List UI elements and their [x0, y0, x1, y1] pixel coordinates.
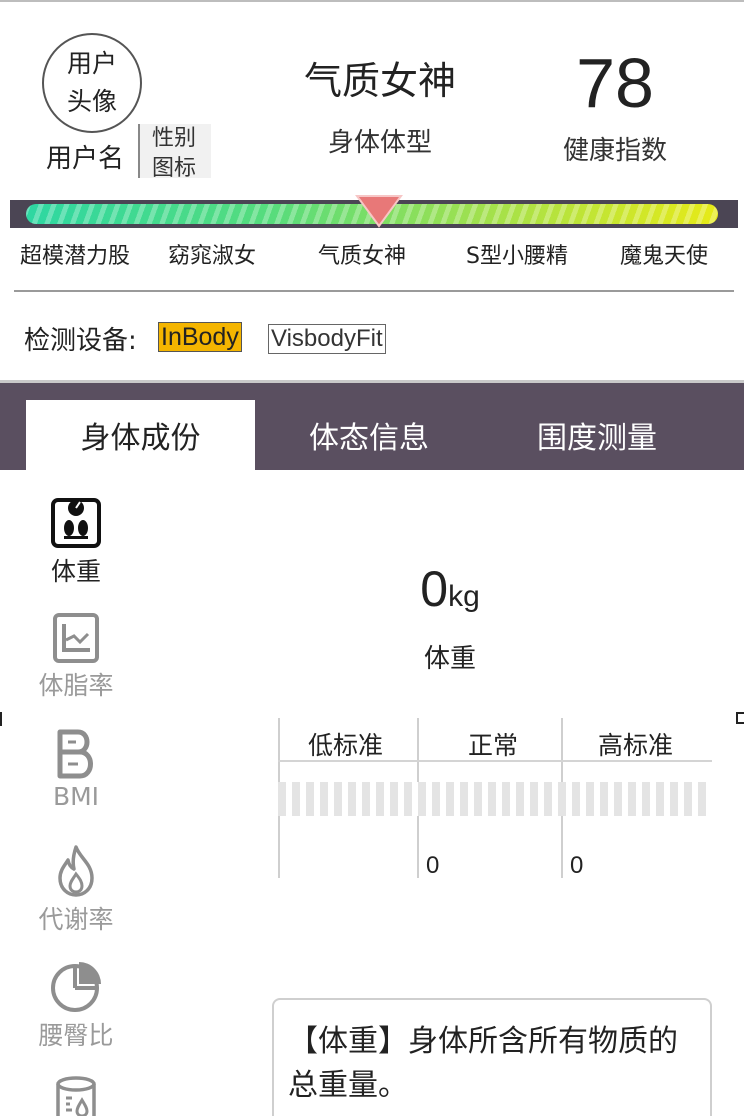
range-header-line [278, 760, 712, 762]
range-header-low: 低标准 [308, 731, 384, 760]
line-chart-icon [53, 613, 99, 663]
sidebar-item-label: 体重 [50, 557, 101, 586]
sidebar-item-label: BMI [52, 782, 100, 811]
flame-icon [58, 845, 94, 897]
username: 用户名 [46, 144, 125, 174]
range-bound-low: 0 [426, 852, 440, 879]
range-bound-high: 0 [570, 852, 584, 879]
body-type-name: 气质女神 [303, 59, 456, 103]
avatar[interactable]: 用户 头像 [42, 33, 142, 133]
gauge-label: 窈窕淑女 [168, 244, 257, 269]
sidebar-item-body-fat[interactable]: 体脂率 [20, 612, 132, 702]
sidebar-item-weight[interactable]: 体重 [20, 496, 132, 588]
sidebar-item-label: 腰臀比 [38, 1021, 114, 1050]
gauge-label: S型小腰精 [466, 244, 568, 269]
gender-icon-line1: 性别 [152, 126, 197, 151]
edge-marker [0, 712, 2, 726]
water-cylinder-icon [56, 1076, 96, 1116]
body-type-summary: 气质女神 身体体型 [280, 50, 480, 159]
gauge-label: 超模潜力股 [20, 244, 131, 269]
top-border [0, 0, 744, 2]
pie-chart-icon [51, 962, 101, 1012]
tab-girth-measurement[interactable]: 围度测量 [483, 400, 711, 470]
health-score-summary: 78 健康指数 [540, 40, 690, 167]
sidebar-item-waist-hip-ratio[interactable]: 腰臀比 [20, 960, 132, 1052]
device-option-inbody[interactable]: InBody [158, 322, 242, 352]
metric-label: 体重 [423, 644, 476, 674]
tab-body-composition[interactable]: 身体成份 [26, 400, 255, 470]
scale-icon [51, 498, 101, 548]
gender-icon-line2: 图标 [152, 156, 197, 181]
metric-value: 0kg [380, 560, 520, 618]
sidebar-item-label: 代谢率 [38, 905, 114, 934]
metric-number: 0 [420, 561, 449, 617]
gauge-labels: 超模潜力股 窈窕淑女 气质女神 S型小腰精 魔鬼天使 [0, 238, 744, 272]
gauge-label: 气质女神 [318, 244, 407, 269]
range-header-normal: 正常 [468, 731, 519, 760]
edge-marker [736, 712, 744, 724]
metric-description: 【体重】身体所含所有物质的总重量。 [272, 998, 712, 1116]
health-score-label: 健康指数 [562, 136, 667, 166]
health-score-value: 78 [576, 44, 654, 122]
divider [14, 290, 734, 292]
bmi-icon [57, 729, 93, 779]
range-bar [278, 782, 708, 816]
sidebar-item-label: 体脂率 [38, 671, 114, 700]
gauge-pointer-icon [354, 195, 403, 228]
avatar-text-line2: 头像 [66, 87, 117, 116]
tab-bar: 身体成份 体态信息 围度测量 [0, 383, 744, 470]
standard-range-chart: 低标准 正常 高标准 0 0 [278, 718, 712, 880]
device-option-visbodyfit[interactable]: VisbodyFit [268, 324, 386, 354]
gauge-label: 魔鬼天使 [620, 244, 709, 269]
gender-icon: 性别 图标 [138, 124, 211, 181]
sidebar-item-metabolism[interactable]: 代谢率 [20, 844, 132, 936]
avatar-text-line1: 用户 [66, 49, 117, 78]
sidebar-item-body-water[interactable] [20, 1076, 132, 1116]
body-type-label: 身体体型 [327, 128, 432, 158]
device-label: 检测设备: [24, 326, 137, 356]
range-header-high: 高标准 [598, 731, 674, 760]
metric-unit: kg [448, 580, 480, 613]
sidebar-item-bmi[interactable]: BMI [20, 728, 132, 811]
tab-posture-info[interactable]: 体态信息 [255, 400, 483, 470]
